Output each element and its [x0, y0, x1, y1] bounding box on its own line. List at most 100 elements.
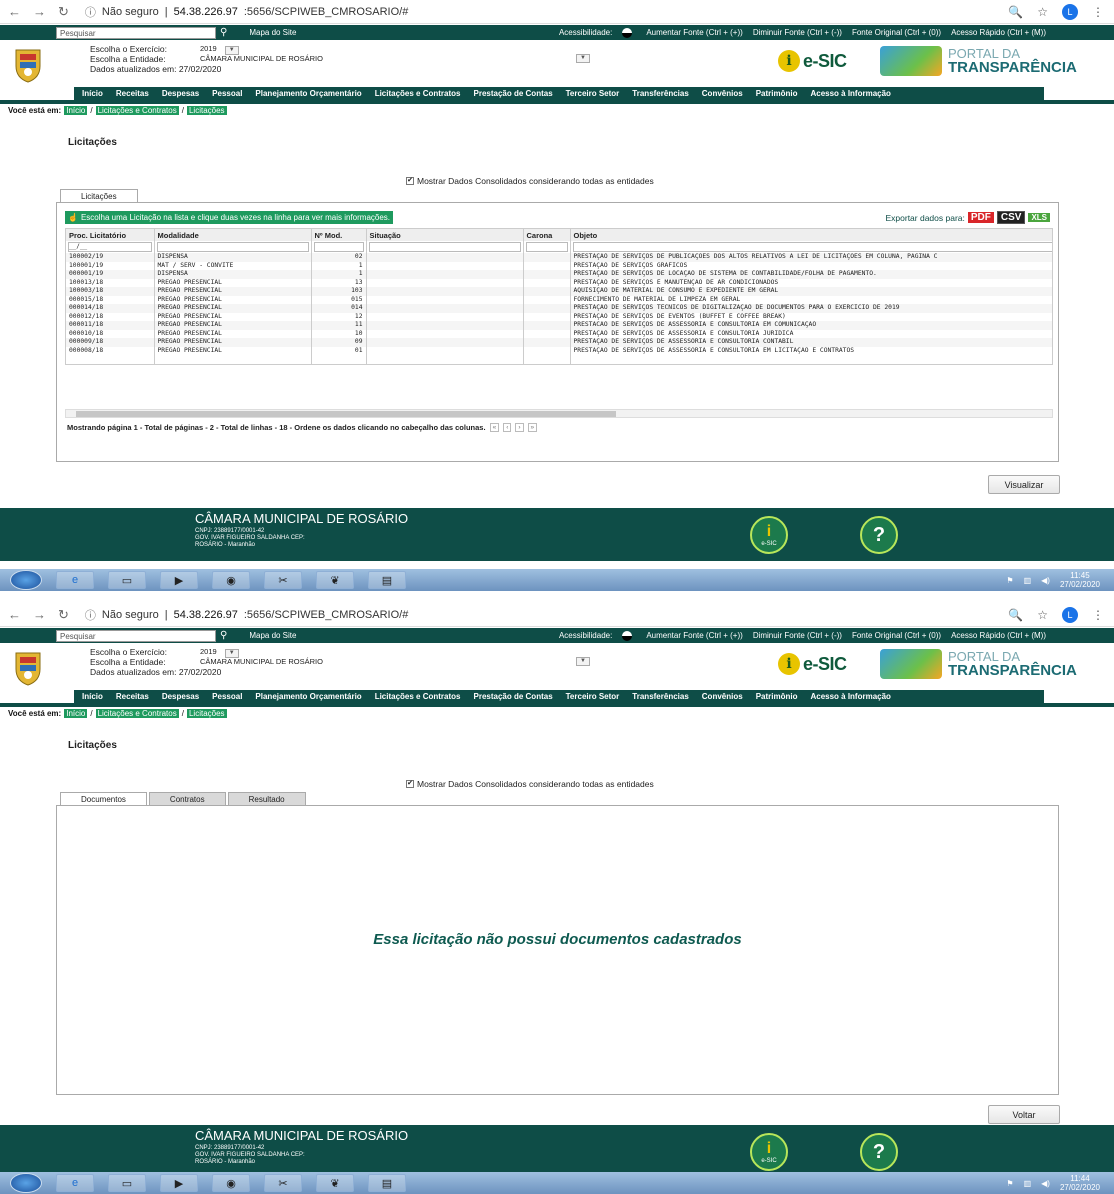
table-row[interactable]: 000008/18 PREGÃO PRESENCIAL 01 PRESTAÇÃO DE… — [66, 346, 1052, 355]
column-header-situacao[interactable]: Situação — [366, 229, 524, 241]
menu-item-transferencias[interactable]: Transferências — [632, 692, 688, 701]
start-button[interactable] — [10, 570, 42, 590]
breadcrumb-licitacoes[interactable]: Licitações — [186, 106, 227, 115]
menu-item-prestacao[interactable]: Prestação de Contas — [474, 89, 553, 98]
leaf-icon[interactable]: ❦ — [316, 571, 354, 589]
filter-situacao-input[interactable] — [368, 242, 521, 252]
portal-transparencia-logo[interactable]: PORTAL DA TRANSPARÊNCIA — [880, 649, 1077, 679]
network-icon[interactable]: ▥ — [1024, 576, 1032, 585]
media-player-icon[interactable]: ▶ — [160, 1174, 198, 1192]
menu-item-acesso[interactable]: Acesso à Informação — [810, 692, 890, 701]
menu-item-transferencias[interactable]: Transferências — [632, 89, 688, 98]
zoom-icon[interactable]: 🔍 — [1008, 608, 1023, 622]
footer-esic-button[interactable]: i e-SIC — [750, 516, 788, 554]
zoom-icon[interactable]: 🔍 — [1008, 5, 1023, 19]
bookmark-icon[interactable]: ☆ — [1037, 5, 1048, 19]
table-row[interactable]: 000001/19 DISPENSA 1 PRESTAÇÃO DE SERVIÇOS … — [66, 270, 1052, 279]
menu-item-patrimonio[interactable]: Patrimônio — [756, 89, 798, 98]
menu-item-terceiro[interactable]: Terceiro Setor — [566, 89, 620, 98]
menu-dots-icon[interactable]: ⋮ — [1092, 5, 1104, 19]
last-page-button[interactable]: » — [527, 423, 538, 432]
table-row[interactable]: 000014/18 PREGÃO PRESENCIAL 014 PRESTAÇÃO D… — [66, 304, 1052, 313]
clock[interactable]: 11:45 27/02/2020 — [1060, 571, 1100, 589]
menu-item-pessoal[interactable]: Pessoal — [212, 89, 242, 98]
first-page-button[interactable]: « — [489, 423, 500, 432]
address-bar[interactable]: ⓘ Não seguro | 54.38.226.97:5656/SCPIWEB_… — [85, 4, 408, 20]
reload-icon[interactable]: ↻ — [58, 607, 69, 623]
forward-icon[interactable]: → — [33, 4, 46, 20]
esic-logo[interactable]: i e-SIC — [778, 653, 847, 675]
info-icon[interactable]: ⓘ — [85, 4, 96, 20]
entity-select[interactable]: CÂMARA MUNICIPAL DE ROSÁRIO ▼ — [200, 657, 590, 667]
menu-item-despesas[interactable]: Despesas — [162, 89, 199, 98]
media-player-icon[interactable]: ▶ — [160, 571, 198, 589]
flag-icon[interactable]: ⚑ — [1006, 576, 1013, 585]
menu-item-licitacoes[interactable]: Licitações e Contratos — [375, 89, 461, 98]
info-icon[interactable]: ⓘ — [85, 607, 96, 623]
breadcrumb-inicio[interactable]: Início — [64, 709, 88, 718]
menu-item-planejamento[interactable]: Planejamento Orçamentário — [255, 89, 361, 98]
tab-contratos[interactable]: Contratos — [148, 792, 226, 805]
contrast-icon[interactable] — [622, 630, 633, 641]
consolidated-option[interactable]: ✔ Mostrar Dados Consolidados considerando… — [406, 779, 654, 789]
search-input[interactable]: Pesquisar — [56, 629, 216, 642]
decrease-font-link[interactable]: Diminuir Fonte (Ctrl + (-)) — [753, 28, 842, 38]
export-xls-button[interactable]: XLS — [1028, 213, 1050, 222]
entity-select[interactable]: CÂMARA MUNICIPAL DE ROSÁRIO ▼ — [200, 54, 590, 64]
search-icon[interactable]: ⚲ — [220, 630, 227, 641]
menu-item-pessoal[interactable]: Pessoal — [212, 692, 242, 701]
menu-item-receitas[interactable]: Receitas — [116, 89, 149, 98]
tab-licitacoes[interactable]: Licitações — [60, 189, 138, 203]
menu-item-terceiro[interactable]: Terceiro Setor — [566, 692, 620, 701]
consolidated-option[interactable]: ✔ Mostrar Dados Consolidados considerando… — [406, 176, 654, 186]
export-csv-button[interactable]: CSV — [996, 211, 1026, 224]
column-header-modalidade[interactable]: Modalidade — [154, 229, 312, 241]
forward-icon[interactable]: → — [33, 607, 46, 623]
help-icon[interactable]: ? — [860, 1133, 898, 1171]
menu-item-acesso[interactable]: Acesso à Informação — [810, 89, 890, 98]
esic-logo[interactable]: i e-SIC — [778, 50, 847, 72]
exercise-select[interactable]: 2019 ▼ — [200, 44, 239, 55]
menu-item-inicio[interactable]: Início — [82, 89, 103, 98]
table-row[interactable]: 000009/18 PREGÃO PRESENCIAL 09 PRESTAÇÃO DE… — [66, 338, 1052, 347]
menu-item-planejamento[interactable]: Planejamento Orçamentário — [255, 692, 361, 701]
volume-icon[interactable]: ◀) — [1041, 576, 1050, 585]
menu-item-prestacao[interactable]: Prestação de Contas — [474, 692, 553, 701]
search-input[interactable]: Pesquisar — [56, 26, 216, 39]
back-icon[interactable]: ← — [8, 4, 21, 20]
filter-nmod-input[interactable] — [313, 242, 364, 252]
leaf-icon[interactable]: ❦ — [316, 1174, 354, 1192]
menu-item-patrimonio[interactable]: Patrimônio — [756, 692, 798, 701]
prev-page-button[interactable]: ‹ — [503, 423, 512, 432]
breadcrumb-inicio[interactable]: Início — [64, 106, 88, 115]
voltar-button[interactable]: Voltar — [988, 1105, 1060, 1124]
decrease-font-link[interactable]: Diminuir Fonte (Ctrl + (-)) — [753, 631, 842, 641]
start-button[interactable] — [10, 1173, 42, 1193]
increase-font-link[interactable]: Aumentar Fonte (Ctrl + (+)) — [646, 28, 742, 38]
filter-objeto-input[interactable] — [572, 242, 1052, 252]
exercise-select[interactable]: 2019 ▼ — [200, 647, 239, 658]
help-icon[interactable]: ? — [860, 516, 898, 554]
filter-modalidade-input[interactable] — [156, 242, 309, 252]
search-icon[interactable]: ⚲ — [220, 27, 227, 38]
reload-icon[interactable]: ↻ — [58, 4, 69, 20]
profile-avatar[interactable]: L — [1062, 606, 1078, 623]
tool-icon[interactable]: ✂ — [264, 1174, 302, 1192]
quick-access-link[interactable]: Acesso Rápido (Ctrl + (M)) — [951, 28, 1046, 38]
menu-item-licitacoes[interactable]: Licitações e Contratos — [375, 692, 461, 701]
menu-item-despesas[interactable]: Despesas — [162, 692, 199, 701]
table-row[interactable]: 100002/19 DISPENSA 02 PRESTAÇÃO DE SERVIÇOS… — [66, 253, 1052, 262]
menu-dots-icon[interactable]: ⋮ — [1092, 608, 1104, 622]
address-bar[interactable]: ⓘ Não seguro | 54.38.226.97:5656/SCPIWEB_… — [85, 607, 408, 623]
table-row[interactable]: 100013/18 PREGÃO PRESENCIAL 13 PRESTAÇÃO DE… — [66, 278, 1052, 287]
horizontal-scrollbar[interactable] — [65, 409, 1053, 418]
portal-transparencia-logo[interactable]: PORTAL DA TRANSPARÊNCIA — [880, 46, 1077, 76]
column-header-nmod[interactable]: Nº Mod. — [311, 229, 367, 241]
footer-esic-button[interactable]: i e-SIC — [750, 1133, 788, 1171]
quick-access-link[interactable]: Acesso Rápido (Ctrl + (M)) — [951, 631, 1046, 641]
ie-icon[interactable]: e — [56, 1174, 94, 1192]
menu-item-convenios[interactable]: Convênios — [702, 692, 743, 701]
table-row[interactable]: 000010/18 PREGÃO PRESENCIAL 10 PRESTAÇÃO DE… — [66, 329, 1052, 338]
volume-icon[interactable]: ◀) — [1041, 1179, 1050, 1188]
ie-icon[interactable]: e — [56, 571, 94, 589]
